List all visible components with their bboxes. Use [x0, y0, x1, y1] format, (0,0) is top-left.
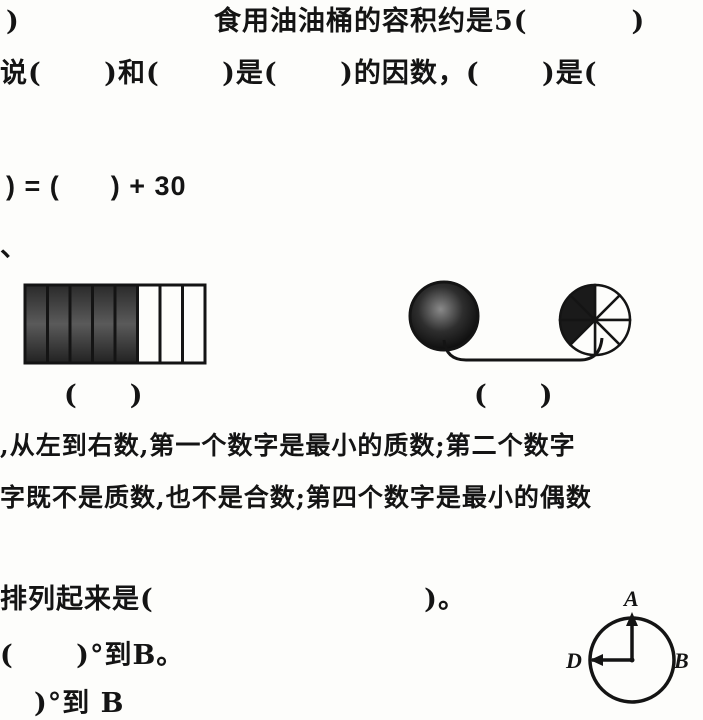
line-8: ( )°到B。 [0, 640, 185, 671]
answer-paren-circles[interactable]: ( ) [474, 380, 554, 412]
line-6: 字既不是质数,也不是合数;第四个数字是最小的偶数 [0, 483, 592, 512]
fraction-circle-full [408, 280, 480, 352]
label-a: A [624, 586, 639, 611]
sector-shaded [558, 318, 599, 347]
sector-shaded [568, 283, 597, 324]
sector-empty [593, 316, 622, 357]
bar-cell-shaded [91, 283, 117, 365]
line-1-left: ) [6, 6, 20, 37]
direction-circle-diagram [588, 612, 676, 704]
answer-paren-bar[interactable]: ( ) [64, 380, 144, 412]
bar-cell-empty [136, 283, 162, 365]
line-7: 排列起来是( )。 [0, 584, 466, 615]
bar-cell-shaded [46, 283, 72, 365]
bar-cell-shaded [113, 283, 139, 365]
line-5: ,从左到右数,第一个数字是最小的质数;第二个数字 [0, 431, 576, 460]
label-b: B [674, 648, 689, 673]
fraction-bar [23, 283, 207, 365]
bar-cell-shaded [68, 283, 94, 365]
brace-connector [442, 337, 604, 362]
line-2: 说( )和( )是( )的因数，( )是( [0, 58, 598, 89]
sector-empty [591, 293, 632, 322]
sector-shaded [558, 293, 599, 322]
bar-cell-empty [181, 283, 207, 365]
equation-line: ) = ( ) + 30 [6, 171, 187, 201]
label-d: D [566, 648, 582, 673]
sector-empty [593, 283, 622, 324]
line-1-right: 食用油油桶的容积约是5( ) [214, 6, 646, 37]
sector-empty [591, 318, 632, 347]
line-4-mark: 、 [0, 232, 28, 263]
bar-cell-empty [158, 283, 184, 365]
sector-empty [568, 316, 597, 357]
bar-cell-shaded [23, 283, 49, 365]
fraction-circle-partial [558, 283, 632, 357]
line-9: )°到 B [34, 688, 125, 719]
circle-fully-shaded [408, 280, 480, 352]
